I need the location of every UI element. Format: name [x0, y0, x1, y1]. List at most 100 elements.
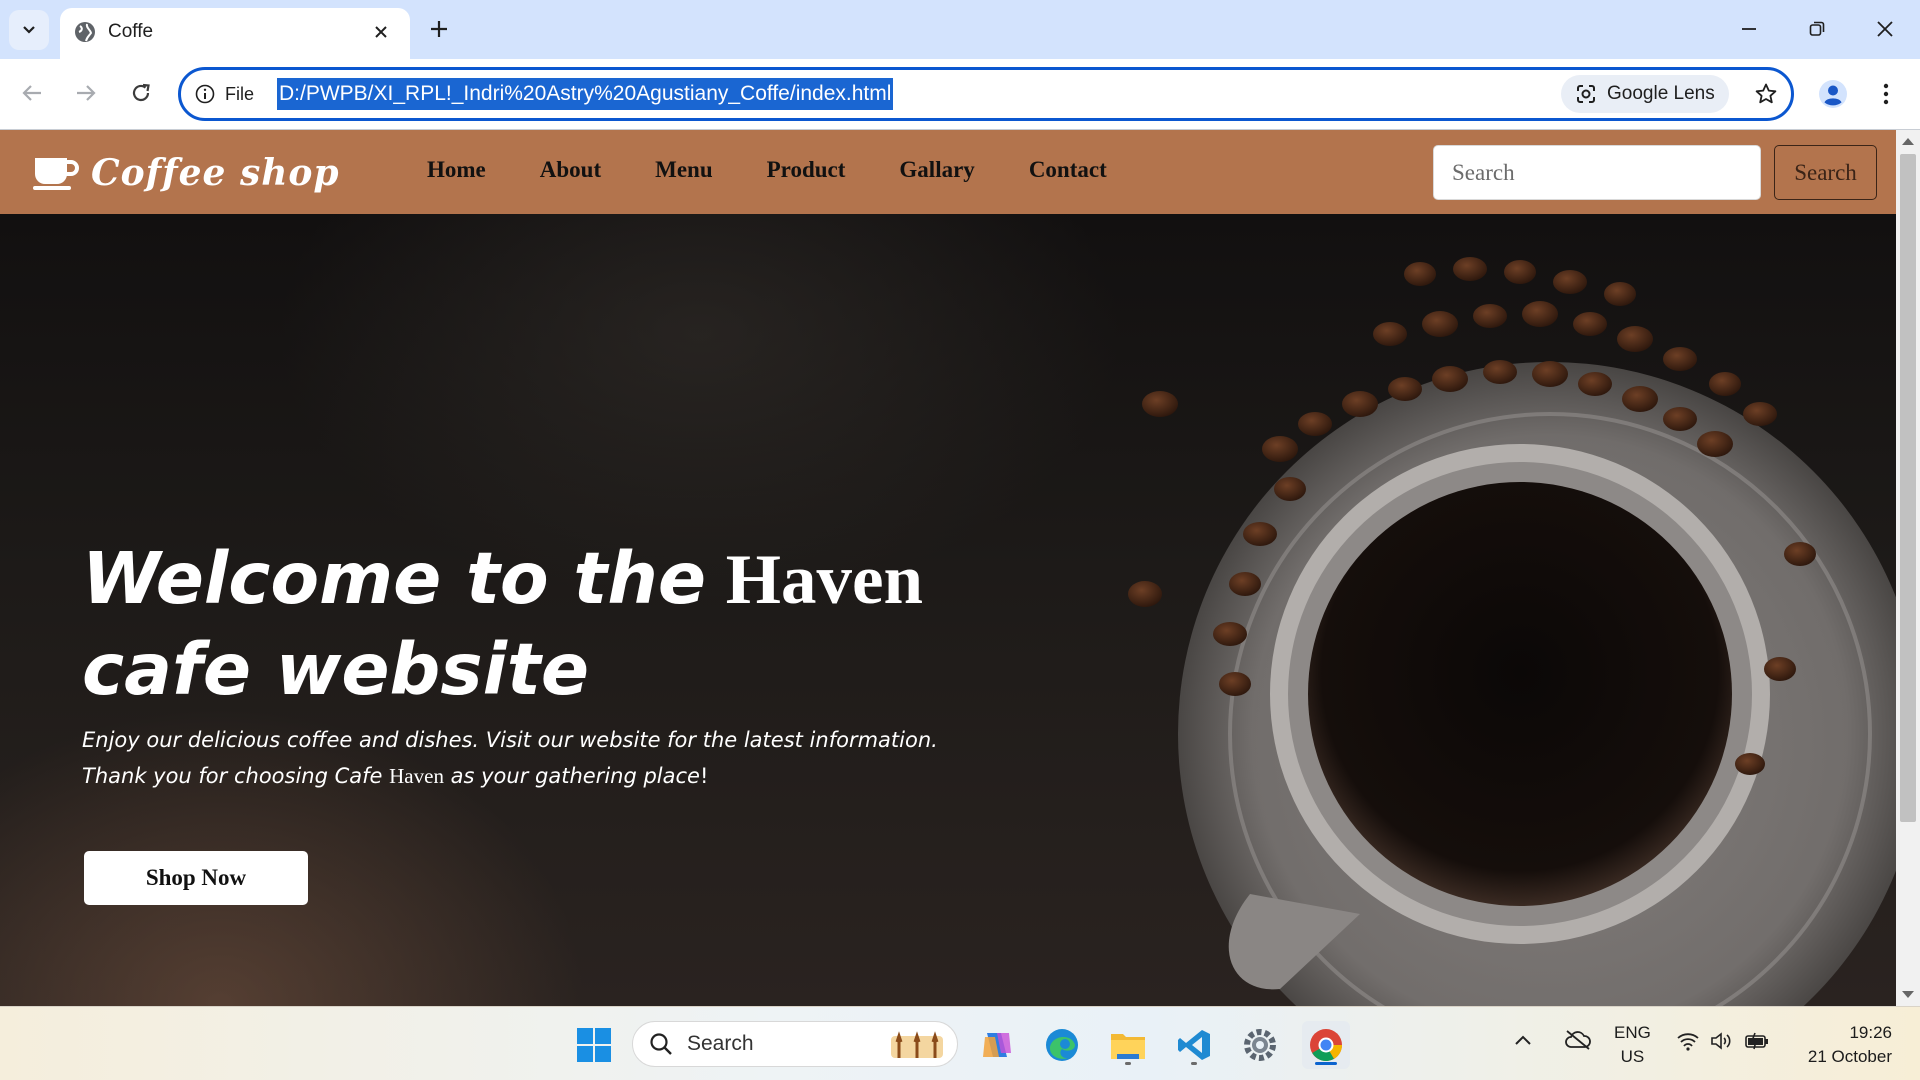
onedrive-status[interactable]	[1564, 1029, 1592, 1056]
shop-now-button[interactable]: Shop Now	[84, 851, 308, 905]
taskbar-search[interactable]: Search	[632, 1021, 958, 1067]
reload-button[interactable]	[123, 75, 159, 111]
hero-heading-italic-1: Welcome to the	[82, 537, 707, 620]
plus-icon	[431, 21, 447, 37]
coffee-cup-image	[1128, 257, 1896, 1006]
url-text[interactable]: D:/PWPB/XI_RPL!_Indri%20Astry%20Agustian…	[277, 78, 894, 110]
edge-button[interactable]	[1038, 1021, 1086, 1069]
new-tab-button[interactable]	[422, 12, 456, 46]
settings-button[interactable]	[1236, 1021, 1284, 1069]
google-lens-label: Google Lens	[1607, 83, 1715, 104]
browser-menu-button[interactable]	[1868, 75, 1904, 113]
nav-menu[interactable]: Menu	[655, 157, 713, 183]
language-label: ENG	[1614, 1023, 1651, 1042]
address-bar[interactable]: File D:/PWPB/XI_RPL!_Indri%20Astry%20Agu…	[178, 67, 1794, 121]
info-icon	[195, 84, 215, 104]
profile-button[interactable]	[1814, 75, 1852, 113]
windows-taskbar: Search ENG US 19:26 21 October	[0, 1006, 1920, 1080]
volume-icon	[1711, 1032, 1731, 1050]
reload-icon	[132, 83, 150, 102]
taskbar-search-placeholder: Search	[687, 1032, 754, 1055]
nav-contact[interactable]: Contact	[1029, 157, 1107, 183]
vscode-button[interactable]	[1170, 1021, 1218, 1069]
google-lens-button[interactable]: Google Lens	[1561, 75, 1729, 113]
hero-desc-line-2c: as your gathering place	[450, 764, 700, 788]
site-info-label: File	[225, 83, 255, 104]
minimize-icon	[1742, 28, 1756, 30]
hero-desc-line-2b: Haven	[389, 764, 444, 788]
bookmark-button[interactable]	[1749, 77, 1783, 111]
hero-desc-line-1: Enjoy our delicious coffee and dishes. V…	[82, 728, 938, 752]
more-vertical-icon	[1883, 83, 1889, 105]
tab-title: Coffe	[108, 21, 154, 42]
chrome-icon	[1310, 1029, 1342, 1062]
hero-section: Welcome to the Haven cafe website Enjoy o…	[0, 214, 1896, 1006]
vscode-icon	[1178, 1030, 1210, 1060]
close-icon	[375, 26, 387, 38]
hero-description: Enjoy our delicious coffee and dishes. V…	[82, 722, 1082, 794]
browser-toolbar: File D:/PWPB/XI_RPL!_Indri%20Astry%20Agu…	[0, 59, 1920, 130]
chevron-up-icon	[1515, 1035, 1531, 1045]
nav-about[interactable]: About	[540, 157, 601, 183]
file-explorer-button[interactable]	[1104, 1021, 1152, 1069]
copilot-icon	[983, 1033, 1011, 1057]
file-explorer-icon	[1111, 1034, 1145, 1059]
chevron-down-icon	[23, 26, 35, 34]
site-search-button[interactable]: Search	[1774, 145, 1877, 200]
minimize-button[interactable]	[1726, 10, 1772, 48]
nav-home[interactable]: Home	[427, 157, 486, 183]
close-window-button[interactable]	[1862, 10, 1908, 48]
clock-date: 21 October	[1807, 1047, 1892, 1066]
tab-strip: Coffe	[0, 0, 1920, 59]
battery-charging-icon	[1745, 1032, 1768, 1050]
nav-product[interactable]: Product	[767, 157, 846, 183]
scroll-down-arrow[interactable]	[1902, 991, 1914, 998]
google-lens-icon	[1577, 85, 1595, 103]
quick-settings-button[interactable]	[1676, 1031, 1770, 1051]
restore-icon	[1809, 21, 1825, 36]
site-nav-links: Home About Menu Product Gallary Contact	[427, 157, 1107, 183]
hero-heading: Welcome to the Haven cafe website	[82, 534, 982, 716]
forward-button[interactable]	[68, 75, 104, 111]
browser-tab[interactable]: Coffe	[60, 8, 410, 59]
scrollbar-thumb[interactable]	[1900, 154, 1916, 822]
app-running-indicator	[1191, 1062, 1197, 1065]
page-viewport: Coffee shop Home About Menu Product Gall…	[0, 130, 1896, 1006]
close-tab-button[interactable]	[366, 17, 396, 47]
settings-icon	[1244, 1029, 1276, 1061]
globe-icon	[75, 22, 95, 42]
nav-gallery[interactable]: Gallary	[899, 157, 974, 183]
hero-desc-line-2d: !	[699, 764, 709, 788]
start-icon	[577, 1028, 611, 1062]
site-search-input[interactable]	[1433, 145, 1761, 200]
language-indicator[interactable]: ENG US	[1614, 1021, 1651, 1069]
app-running-indicator	[1125, 1062, 1131, 1065]
hero-heading-serif: Haven	[725, 541, 924, 619]
edge-icon	[1046, 1029, 1078, 1061]
hero-heading-italic-2: cafe website	[82, 628, 590, 711]
brand-name: Coffee shop	[91, 152, 340, 194]
search-icon	[650, 1033, 672, 1055]
cloud-offline-icon	[1565, 1030, 1591, 1050]
region-label: US	[1620, 1047, 1645, 1066]
star-icon	[1755, 83, 1777, 104]
scroll-up-arrow[interactable]	[1902, 138, 1914, 145]
page-scrollbar[interactable]	[1896, 130, 1920, 1006]
chrome-button[interactable]	[1302, 1021, 1350, 1069]
back-button[interactable]	[14, 75, 50, 111]
site-info-button[interactable]: File	[195, 80, 254, 108]
arrow-right-icon	[77, 85, 96, 101]
restore-button[interactable]	[1794, 10, 1840, 48]
site-navbar: Coffee shop Home About Menu Product Gall…	[0, 130, 1896, 214]
hero-desc-line-2a: Thank you for choosing Cafe	[82, 764, 383, 788]
clock[interactable]: 19:26 21 October	[1796, 1021, 1892, 1069]
show-hidden-icons-button[interactable]	[1514, 1031, 1532, 1051]
close-icon	[1877, 21, 1893, 37]
arrow-left-icon	[22, 85, 41, 101]
brand-logo[interactable]: Coffee shop	[33, 152, 340, 194]
app-active-indicator	[1315, 1062, 1337, 1065]
start-button[interactable]	[570, 1021, 618, 1069]
coffee-cup-icon	[33, 158, 79, 190]
tab-search-button[interactable]	[9, 10, 49, 50]
copilot-button[interactable]	[973, 1021, 1021, 1069]
